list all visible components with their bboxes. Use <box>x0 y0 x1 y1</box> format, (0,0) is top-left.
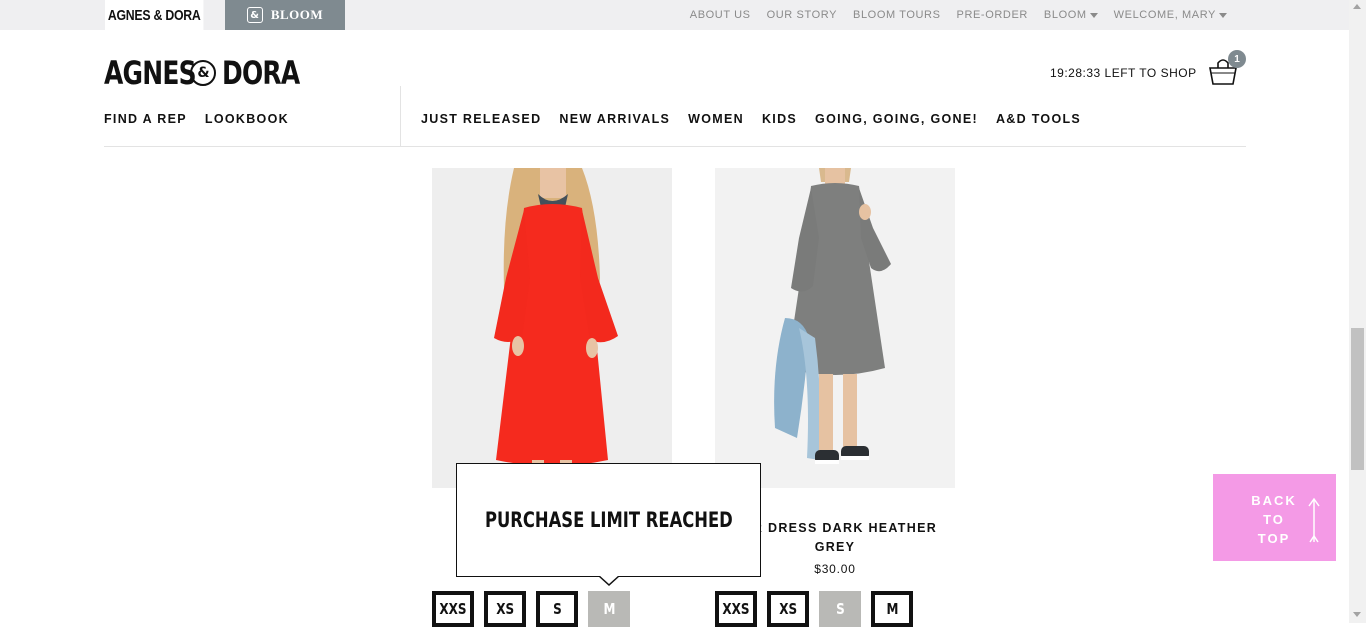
header-divider <box>104 146 1246 147</box>
size-button-xs[interactable]: XS <box>484 591 526 627</box>
chevron-down-icon <box>1089 12 1098 18</box>
back-to-top-label: BACK TO TOP <box>1243 491 1305 548</box>
size-button-xs[interactable]: XS <box>767 591 809 627</box>
size-button-xxs[interactable]: XXS <box>432 591 474 627</box>
chevron-down-icon <box>1219 12 1227 18</box>
back-to-top-line1: BACK <box>1251 493 1297 508</box>
nav-women[interactable]: WOMEN <box>688 112 744 126</box>
nav-left: FIND A REP LOOKBOOK <box>104 112 289 126</box>
top-bar: AGNES & DORA & BLOOM ABOUT US OUR STORY … <box>0 0 1349 30</box>
bloom-tab[interactable]: & BLOOM <box>225 0 345 30</box>
back-to-top-line3: TOP <box>1257 531 1291 546</box>
bloom-logo-icon: & <box>246 7 263 23</box>
bloom-tours-link[interactable]: BLOOM TOURS <box>853 9 941 21</box>
size-label: XXS <box>722 600 750 618</box>
tooltip-arrow-fill <box>599 575 619 584</box>
size-button-s-unavailable[interactable]: S <box>819 591 861 627</box>
size-label: M <box>886 600 898 618</box>
size-button-m-unavailable[interactable]: M <box>588 591 630 627</box>
shop-timer: 19:28:33 LEFT TO SHOP <box>1050 66 1197 80</box>
cart-count-badge: 1 <box>1228 50 1246 68</box>
nav-lookbook[interactable]: LOOKBOOK <box>205 112 289 126</box>
tooltip-message: PURCHASE LIMIT REACHED <box>484 508 733 532</box>
product-image-red-dress[interactable] <box>432 168 672 488</box>
size-button-s[interactable]: S <box>536 591 578 627</box>
arrow-up-icon <box>1308 497 1320 543</box>
size-label: S <box>552 600 562 618</box>
purchase-limit-tooltip: PURCHASE LIMIT REACHED <box>456 463 761 577</box>
nav-divider <box>400 86 401 146</box>
bloom-tab-label: BLOOM <box>270 7 324 22</box>
product-image-grey-dress[interactable] <box>715 168 955 488</box>
size-options-red-dress: XXS XS S M <box>432 591 630 627</box>
welcome-menu[interactable]: WELCOME, MARY <box>1114 9 1227 21</box>
size-label: XXS <box>439 600 467 618</box>
size-button-m[interactable]: M <box>871 591 913 627</box>
about-us-link[interactable]: ABOUT US <box>690 9 751 21</box>
nav-kids[interactable]: KIDS <box>762 112 797 126</box>
logo-word-agnes: AGNES <box>104 54 197 92</box>
nav-going-going-gone[interactable]: GOING, GOING, GONE! <box>815 112 978 126</box>
size-label: XS <box>496 600 514 618</box>
nav-ad-tools[interactable]: A&D TOOLS <box>996 112 1081 126</box>
red-dress-photo <box>432 168 672 488</box>
back-to-top-line2: TO <box>1263 512 1285 527</box>
back-to-top-button[interactable]: BACK TO TOP <box>1213 474 1336 561</box>
agnes-dora-tab[interactable]: AGNES & DORA <box>105 0 204 30</box>
size-button-xxs[interactable]: XXS <box>715 591 757 627</box>
welcome-label: WELCOME, MARY <box>1113 9 1216 21</box>
our-story-link[interactable]: OUR STORY <box>767 9 837 21</box>
bloom-menu-label: BLOOM <box>1043 9 1087 21</box>
nav-just-released[interactable]: JUST RELEASED <box>421 112 541 126</box>
logo-word-dora: DORA <box>222 54 300 92</box>
site-logo[interactable]: AGNES & DORA <box>104 54 321 92</box>
top-links: ABOUT US OUR STORY BLOOM TOURS PRE-ORDER… <box>690 0 1227 30</box>
page-scrollbar[interactable] <box>1349 0 1366 623</box>
bloom-menu[interactable]: BLOOM <box>1044 9 1098 21</box>
nav-find-a-rep[interactable]: FIND A REP <box>104 112 187 126</box>
size-label: XS <box>779 600 797 618</box>
size-label: S <box>835 600 845 618</box>
pre-order-link[interactable]: PRE-ORDER <box>957 9 1028 21</box>
scroll-up-icon[interactable] <box>1353 4 1361 9</box>
nav-right: JUST RELEASED NEW ARRIVALS WOMEN KIDS GO… <box>421 112 1081 126</box>
nav-new-arrivals[interactable]: NEW ARRIVALS <box>559 112 670 126</box>
size-label: M <box>603 600 615 618</box>
grey-dress-photo <box>715 168 955 488</box>
scroll-down-icon[interactable] <box>1353 612 1361 617</box>
scrollbar-thumb[interactable] <box>1351 328 1364 470</box>
size-options-grey-dress: XXS XS S M <box>715 591 913 627</box>
